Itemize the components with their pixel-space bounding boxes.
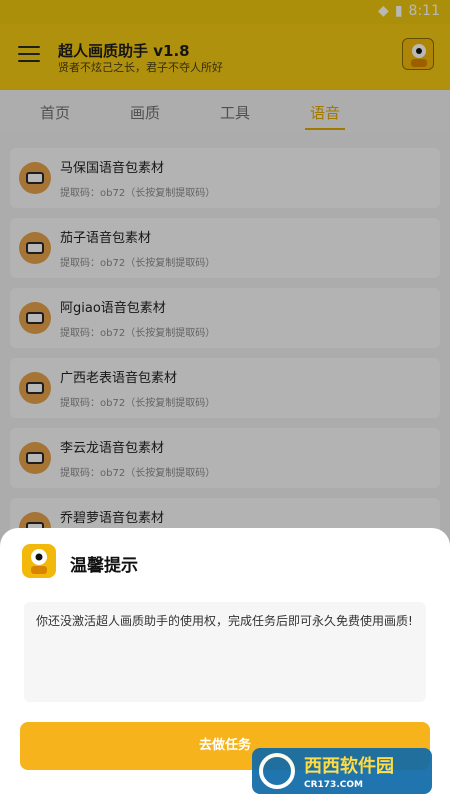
watermark-brand: 西西软件园 <box>304 756 394 777</box>
watermark-site: CR173.COM <box>304 780 363 790</box>
watermark-logo: 西西软件园 CR173.COM <box>252 748 432 794</box>
dialog-title: 温馨提示 <box>70 556 138 576</box>
app-logo-icon <box>22 544 56 578</box>
dialog-message: 你还没激活超人画质助手的使用权，完成任务后即可永久免费使用画质! <box>36 614 413 628</box>
watermark-circle-icon <box>259 753 295 789</box>
dialog-message-box: 你还没激活超人画质助手的使用权，完成任务后即可永久免费使用画质! <box>24 602 426 702</box>
